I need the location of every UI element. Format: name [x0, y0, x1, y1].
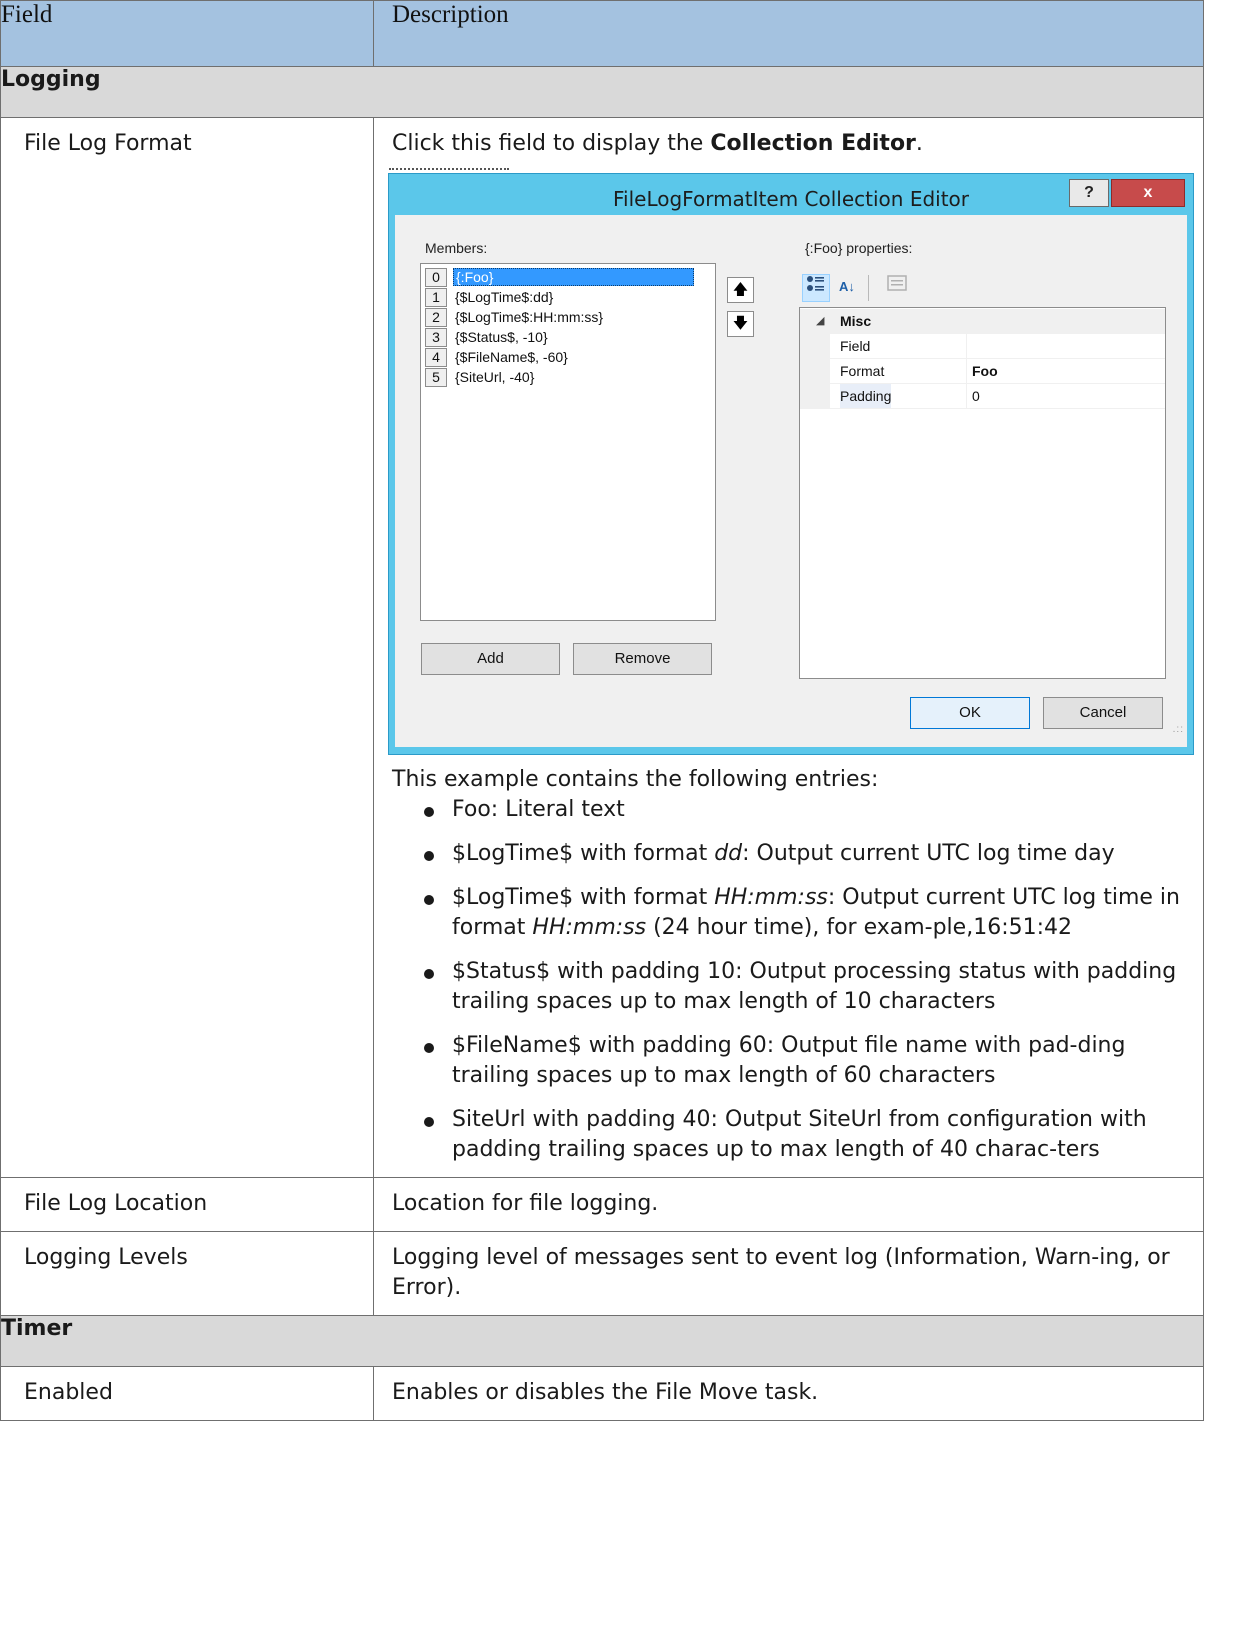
- add-button[interactable]: Add: [421, 643, 560, 675]
- arrow-up-icon: 🡅: [732, 281, 749, 298]
- list-item: $FileName$ with padding 60: Output file …: [422, 1031, 1185, 1091]
- help-button[interactable]: ?: [1069, 179, 1109, 207]
- move-down-button[interactable]: 🡇: [727, 311, 754, 337]
- field-name: Logging Levels: [0, 1231, 374, 1316]
- field-name: Enabled: [0, 1366, 374, 1421]
- property-pages-icon-glyph: [887, 275, 907, 291]
- ok-button[interactable]: OK: [910, 697, 1030, 729]
- field-name: File Log Location: [0, 1177, 374, 1232]
- categorized-icon-glyph: [807, 276, 824, 291]
- category-name: Misc: [840, 313, 872, 329]
- toolbar-separator: [868, 275, 869, 301]
- description-column-header: Description: [373, 0, 1204, 67]
- intro-text: Click this field to display the Collecti…: [392, 131, 923, 156]
- property-row[interactable]: Format Foo: [800, 359, 1165, 384]
- move-up-button[interactable]: 🡅: [727, 277, 754, 303]
- table-row-enabled: Enabled Enables or disables the File Mov…: [0, 1366, 1204, 1421]
- list-item: SiteUrl with padding 40: Output SiteUrl …: [422, 1105, 1185, 1165]
- dialog-client-area: Members: 0 {:Foo} 1 {$LogTime$:dd} 2 {$LogT…: [395, 215, 1187, 747]
- table-header-row: Field Description: [0, 0, 1204, 67]
- properties-label: {:Foo} properties:: [805, 240, 913, 256]
- example-intro: This example contains the following entr…: [392, 767, 879, 792]
- alphabetical-icon[interactable]: A↓: [833, 274, 861, 302]
- cancel-button[interactable]: Cancel: [1043, 697, 1163, 729]
- field-column-header: Field: [0, 0, 374, 67]
- resize-grip-icon[interactable]: .::: [1173, 715, 1184, 745]
- property-row[interactable]: Field: [800, 334, 1165, 359]
- list-item[interactable]: 0 {:Foo}: [425, 267, 695, 287]
- property-name: Padding: [840, 384, 892, 408]
- field-description: Location for file logging.: [373, 1177, 1204, 1232]
- list-item[interactable]: 4 {$FileName$, -60}: [425, 347, 568, 367]
- section-title-timer: Timer: [0, 1315, 1204, 1367]
- section-row-timer: Timer: [0, 1315, 1204, 1367]
- field-description-table: Field Description Logging File Log Forma…: [0, 0, 1204, 1421]
- field-description: Logging level of messages sent to event …: [373, 1231, 1204, 1316]
- section-row-logging: Logging: [0, 66, 1204, 118]
- divider: [389, 168, 509, 172]
- section-title-logging: Logging: [0, 66, 1204, 118]
- property-name: Field: [840, 338, 871, 354]
- collapse-triangle-icon[interactable]: ◢: [816, 309, 824, 333]
- list-item[interactable]: 3 {$Status$, -10}: [425, 327, 548, 347]
- categorized-icon[interactable]: [802, 274, 830, 302]
- entries-list: Foo: Literal text $LogTime$ with format …: [392, 795, 1185, 1165]
- table-row-logging-levels: Logging Levels Logging level of messages…: [0, 1231, 1204, 1316]
- property-value[interactable]: Foo: [972, 359, 998, 383]
- remove-button[interactable]: Remove: [573, 643, 712, 675]
- property-grid[interactable]: ◢ Misc Field Format Foo Padding 0: [799, 307, 1166, 679]
- field-description: Click this field to display the Collecti…: [373, 117, 1204, 1178]
- category-row[interactable]: ◢ Misc: [800, 309, 1165, 334]
- arrow-down-icon: 🡇: [732, 315, 749, 332]
- property-value[interactable]: 0: [972, 384, 980, 408]
- property-row[interactable]: Padding 0: [800, 384, 1165, 409]
- property-name: Format: [840, 363, 885, 379]
- list-item: $LogTime$ with format HH:mm:ss: Output c…: [422, 883, 1185, 943]
- table-row-file-log-location: File Log Location Location for file logg…: [0, 1177, 1204, 1232]
- property-pages-icon[interactable]: [883, 274, 911, 302]
- list-item: $LogTime$ with format dd: Output current…: [422, 839, 1185, 869]
- list-item: Foo: Literal text: [422, 795, 1185, 825]
- list-item: $Status$ with padding 10: Output process…: [422, 957, 1185, 1017]
- members-label: Members:: [425, 240, 488, 256]
- list-item[interactable]: 2 {$LogTime$:HH:mm:ss}: [425, 307, 603, 327]
- table-row-file-log-format: File Log Format Click this field to disp…: [0, 117, 1204, 1178]
- collection-editor-term: Collection Editor: [710, 131, 916, 156]
- close-button[interactable]: x: [1111, 179, 1185, 207]
- collection-editor-screenshot: FileLogFormatItem Collection Editor ? x …: [388, 168, 1194, 755]
- field-description: Enables or disables the File Move task.: [373, 1366, 1204, 1421]
- field-name: File Log Format: [0, 117, 374, 1178]
- list-item[interactable]: 1 {$LogTime$:dd}: [425, 287, 553, 307]
- list-item[interactable]: 5 {SiteUrl, -40}: [425, 367, 534, 387]
- members-list[interactable]: 0 {:Foo} 1 {$LogTime$:dd} 2 {$LogTime$:HH:m…: [420, 263, 716, 621]
